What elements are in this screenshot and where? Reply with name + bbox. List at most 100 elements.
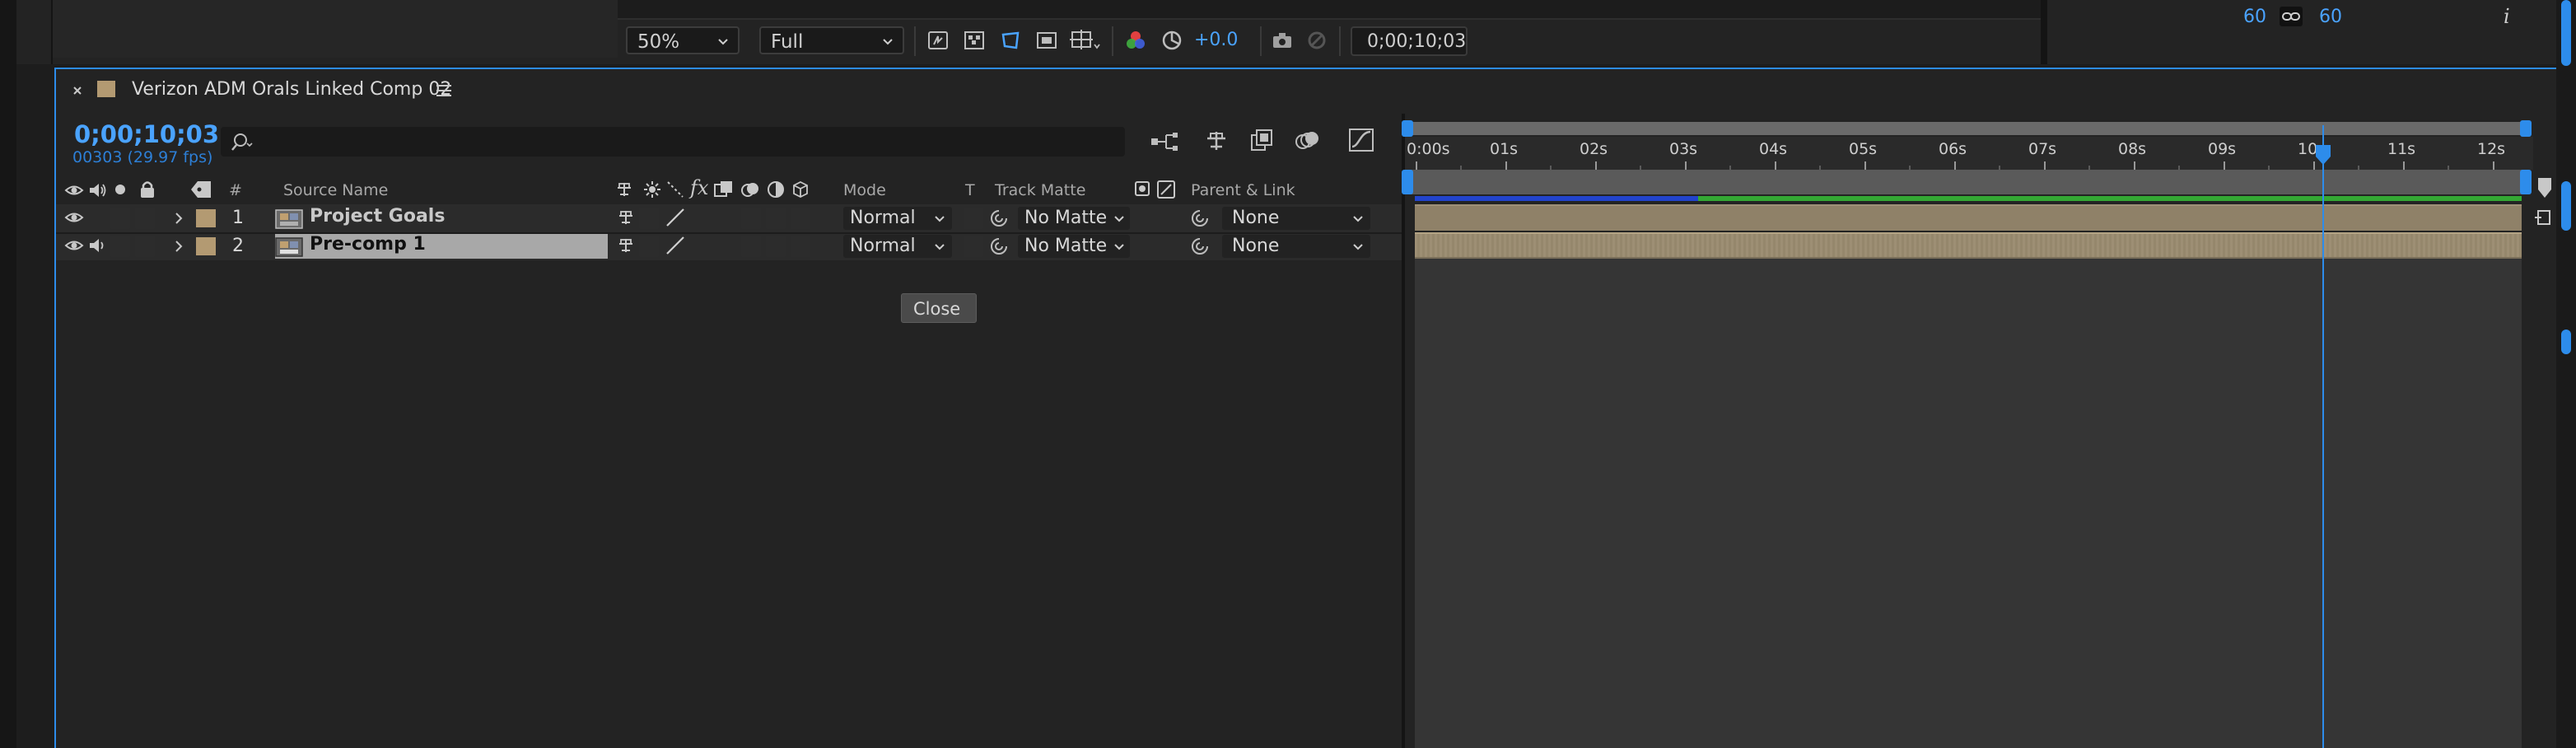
label-tag-icon[interactable] bbox=[189, 180, 212, 199]
parent-link-column-header[interactable]: Parent & Link bbox=[1191, 181, 1295, 199]
layer-name[interactable]: Project Goals bbox=[310, 206, 445, 227]
motion-blur-switch-icon[interactable] bbox=[740, 180, 761, 199]
fast-previews-icon[interactable] bbox=[926, 28, 950, 53]
quality-line-icon[interactable] bbox=[664, 206, 687, 229]
mask-visibility-icon[interactable] bbox=[998, 28, 1023, 53]
solo-switch[interactable] bbox=[110, 208, 130, 229]
layer-label-swatch[interactable] bbox=[196, 209, 216, 227]
3d-layer-icon[interactable] bbox=[791, 180, 810, 199]
switch-box[interactable] bbox=[791, 236, 810, 257]
preserve-transparency-switch[interactable] bbox=[964, 236, 983, 257]
matte-invert-icon[interactable] bbox=[1156, 180, 1176, 199]
playhead-handle[interactable] bbox=[2314, 143, 2332, 166]
collapse-switch[interactable] bbox=[639, 236, 659, 257]
link-chain-icon[interactable] bbox=[2280, 7, 2303, 26]
hamburger-menu-icon[interactable] bbox=[435, 82, 453, 99]
scrollbar-thumb[interactable] bbox=[2561, 330, 2571, 354]
track-matte-column-header[interactable]: Track Matte bbox=[995, 181, 1085, 199]
parent-pickwhip-icon[interactable] bbox=[1189, 236, 1211, 257]
track-matte-dropdown[interactable]: No Matte bbox=[1018, 207, 1130, 230]
lock-icon[interactable] bbox=[138, 180, 156, 199]
height-value[interactable]: 60 bbox=[2319, 7, 2342, 27]
switch-box[interactable] bbox=[791, 208, 810, 229]
frame-blend-switch-icon[interactable] bbox=[713, 180, 735, 199]
marker-hand-icon[interactable] bbox=[2533, 206, 2555, 229]
work-area-end-handle[interactable] bbox=[2520, 170, 2532, 194]
parent-dropdown[interactable]: None bbox=[1222, 207, 1370, 230]
transparency-grid-icon[interactable] bbox=[962, 28, 987, 53]
layer-label-swatch[interactable] bbox=[196, 237, 216, 255]
exposure-value[interactable]: +0.0 bbox=[1194, 30, 1238, 50]
reset-exposure-icon[interactable] bbox=[1160, 28, 1184, 53]
region-of-interest-icon[interactable] bbox=[1034, 28, 1059, 53]
t-column-header[interactable]: T bbox=[965, 181, 975, 199]
parent-pickwhip-icon[interactable] bbox=[1189, 208, 1211, 229]
show-snapshot-icon[interactable] bbox=[1304, 28, 1329, 53]
comp-tab-title[interactable]: Verizon ADM Orals Linked Comp 02 bbox=[132, 79, 451, 100]
matte-alpha-icon[interactable] bbox=[1135, 181, 1150, 196]
scrollbar-thumb[interactable] bbox=[2561, 0, 2571, 66]
solo-switch[interactable] bbox=[110, 236, 130, 257]
lock-switch[interactable] bbox=[135, 208, 155, 229]
switch-box[interactable] bbox=[766, 208, 786, 229]
time-navigator-bar[interactable] bbox=[1407, 122, 2525, 135]
collapse-switch[interactable] bbox=[639, 208, 659, 229]
eye-icon[interactable] bbox=[64, 208, 84, 227]
track-matte-dropdown[interactable]: No Matte bbox=[1018, 235, 1130, 258]
layer-search-input[interactable] bbox=[221, 127, 1125, 157]
shy-icon[interactable] bbox=[614, 180, 634, 199]
switch-box[interactable] bbox=[741, 208, 761, 229]
quality-icon[interactable] bbox=[665, 180, 685, 199]
navigator-end-handle[interactable] bbox=[2520, 120, 2532, 137]
chevron-right-icon[interactable] bbox=[171, 237, 186, 255]
layer-name[interactable]: Pre-comp 1 bbox=[310, 234, 426, 255]
graph-editor-icon[interactable] bbox=[1347, 125, 1377, 155]
work-area-bar[interactable] bbox=[1407, 170, 2525, 194]
mode-dropdown[interactable]: Normal bbox=[843, 207, 952, 230]
solo-icon[interactable] bbox=[115, 185, 125, 194]
mode-column-header[interactable]: Mode bbox=[843, 181, 886, 199]
shy-icon[interactable] bbox=[616, 208, 636, 227]
matte-pickwhip-icon[interactable] bbox=[988, 208, 1010, 229]
chevron-right-icon[interactable] bbox=[171, 209, 186, 227]
parent-dropdown[interactable]: None bbox=[1222, 235, 1370, 258]
shy-icon[interactable] bbox=[616, 236, 636, 255]
effects-fx-icon[interactable]: fx bbox=[690, 176, 708, 199]
motion-blur-icon[interactable] bbox=[1293, 127, 1321, 155]
navigator-start-handle[interactable] bbox=[1402, 120, 1413, 137]
current-time[interactable]: 0;00;10;03 bbox=[74, 120, 219, 148]
snapshot-camera-icon[interactable] bbox=[1270, 28, 1295, 53]
grid-guides-icon[interactable] bbox=[1069, 28, 1100, 53]
lock-switch[interactable] bbox=[135, 236, 155, 257]
adjustment-layer-icon[interactable] bbox=[766, 180, 786, 199]
eye-icon[interactable] bbox=[64, 181, 84, 199]
panel-separator bbox=[2041, 0, 2047, 64]
quality-line-icon[interactable] bbox=[664, 234, 687, 257]
collapse-transform-icon[interactable] bbox=[642, 180, 662, 199]
draft-3d-icon[interactable] bbox=[1202, 127, 1230, 155]
speaker-icon[interactable] bbox=[87, 181, 107, 199]
speaker-icon[interactable] bbox=[87, 236, 107, 255]
composition-mini-flowchart-icon[interactable] bbox=[1150, 129, 1179, 155]
info-icon[interactable]: i bbox=[2504, 5, 2510, 28]
matte-pickwhip-icon[interactable] bbox=[988, 236, 1010, 257]
mode-dropdown[interactable]: Normal bbox=[843, 235, 952, 258]
work-area-start-handle[interactable] bbox=[1402, 170, 1413, 194]
comp-marker-icon[interactable] bbox=[2536, 176, 2553, 199]
channel-rgb-icon[interactable] bbox=[1123, 28, 1148, 53]
resolution-dropdown[interactable]: Full bbox=[759, 26, 904, 54]
frame-blending-icon[interactable] bbox=[1248, 127, 1276, 155]
scrollbar-thumb[interactable] bbox=[2561, 181, 2571, 231]
chevron-down-icon bbox=[1352, 241, 1364, 252]
magnification-dropdown[interactable]: 50% bbox=[626, 26, 740, 54]
preserve-transparency-switch[interactable] bbox=[964, 208, 983, 229]
eye-icon[interactable] bbox=[64, 236, 84, 255]
source-name-column-header[interactable]: Source Name bbox=[283, 181, 388, 199]
layer-duration-bar[interactable] bbox=[1415, 204, 2522, 231]
left-gutter bbox=[0, 0, 16, 748]
switch-box[interactable] bbox=[741, 236, 761, 257]
close-icon[interactable] bbox=[69, 82, 86, 99]
switch-box[interactable] bbox=[766, 236, 786, 257]
width-value[interactable]: 60 bbox=[2243, 7, 2266, 27]
current-time-display[interactable]: 0;00;10;03 bbox=[1351, 26, 1468, 56]
